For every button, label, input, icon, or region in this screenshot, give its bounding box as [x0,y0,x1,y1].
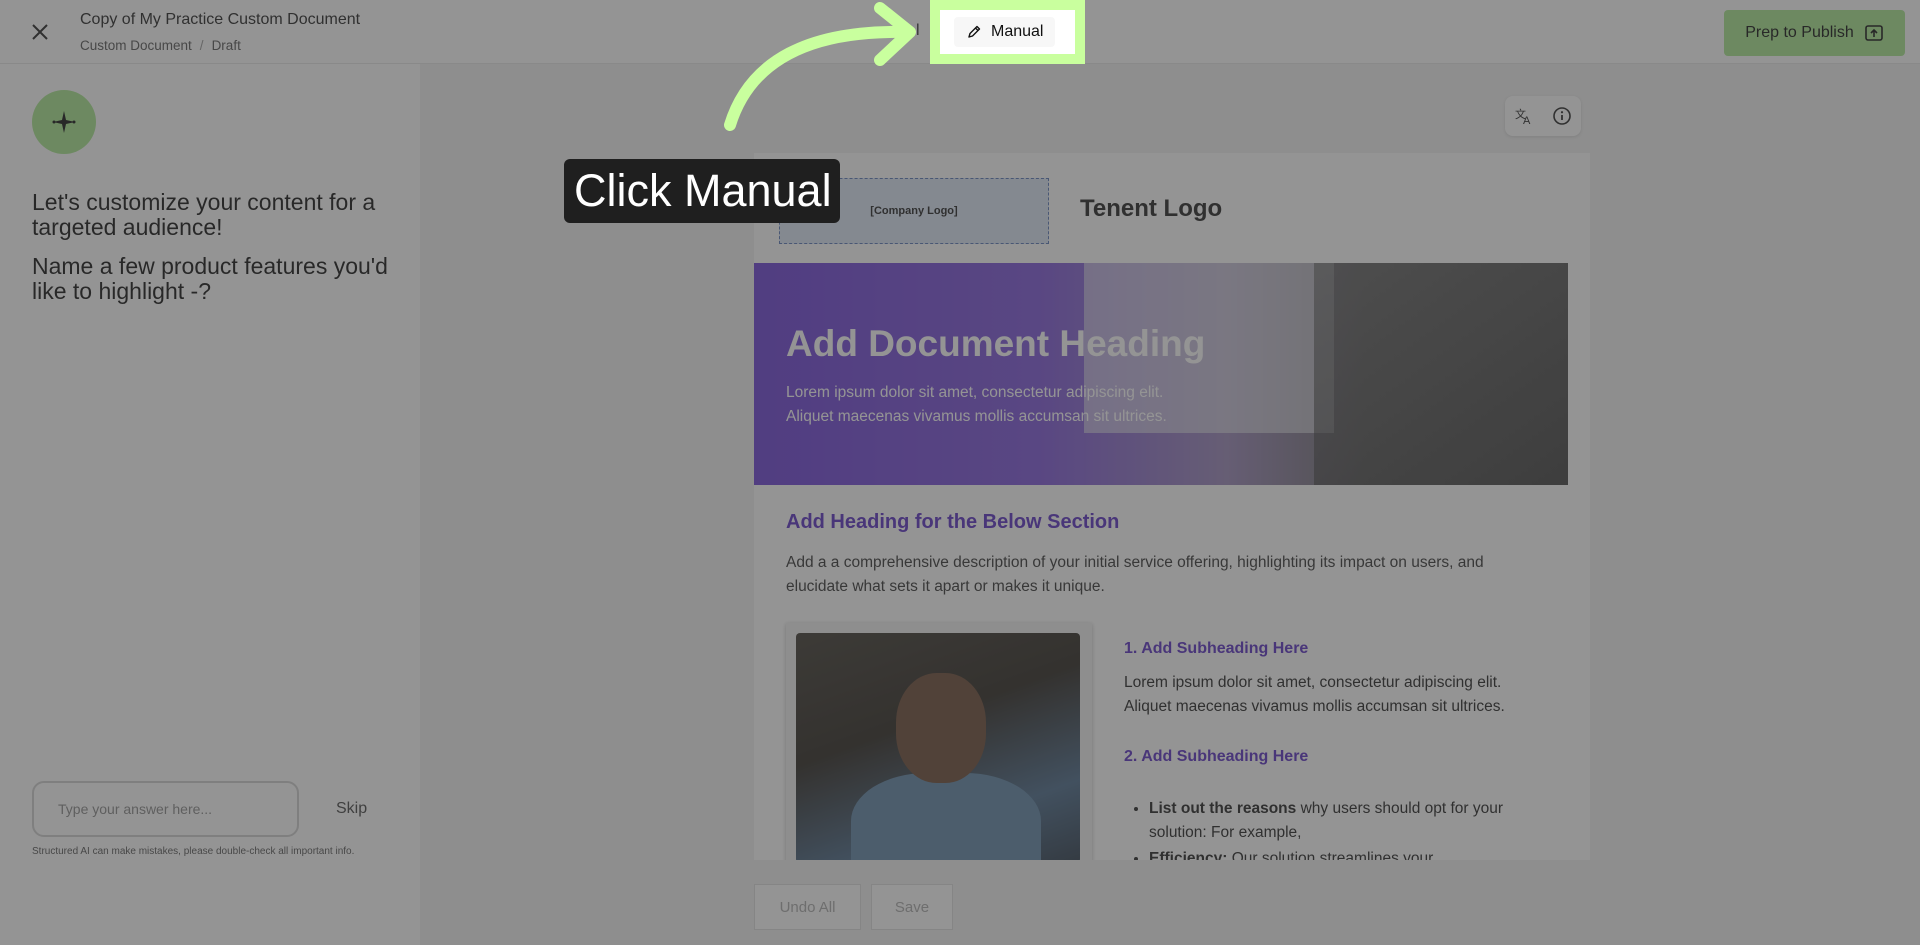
document-page: [Company Logo] Tenent Logo Add Document … [754,153,1590,860]
sparkle-icon [52,111,76,133]
subheading-1[interactable]: 1. Add Subheading Here [1124,640,1308,658]
section-image-frame[interactable] [786,623,1092,860]
breadcrumb-item-type[interactable]: Custom Document [80,38,192,53]
assistant-message-1: Let's customize your content for a targe… [32,189,376,240]
prep-to-publish-label: Prep to Publish [1745,24,1854,41]
hero-text[interactable]: Lorem ipsum dolor sit amet, consectetur … [786,381,1206,429]
save-button[interactable]: Save [871,884,953,930]
hero-banner[interactable]: Add Document Heading Lorem ipsum dolor s… [754,263,1568,485]
ai-avatar [32,90,96,154]
section-photo [796,633,1080,860]
breadcrumb: Custom Document / Draft [80,38,241,53]
reasons-list: List out the reasons why users should op… [1149,797,1549,860]
prep-to-publish-button[interactable]: Prep to Publish [1724,10,1905,56]
mode-ai-tab[interactable]: l [906,22,930,40]
subheading-1-text[interactable]: Lorem ipsum dolor sit amet, consectetur … [1124,671,1544,719]
list-item[interactable]: Efficiency: Our solution streamlines you… [1149,847,1549,860]
undo-all-button[interactable]: Undo All [754,884,861,930]
skip-button[interactable]: Skip [336,800,367,818]
manual-mode-highlight[interactable]: Manual [930,0,1085,64]
pencil-icon [968,25,981,38]
breadcrumb-item-status: Draft [211,38,241,53]
list-item-bold: List out the reasons [1149,800,1297,817]
photo-figure-shirt [851,773,1041,860]
close-icon [32,24,48,40]
list-item-bold: Efficiency: [1149,850,1228,860]
info-icon[interactable] [1552,106,1572,126]
tutorial-tooltip: Click Manual [564,159,840,223]
manual-mode-label: Manual [991,23,1044,40]
section-description[interactable]: Add a a comprehensive description of you… [786,551,1546,599]
ai-disclaimer: Structured AI can make mistakes, please … [32,846,355,857]
tenant-logo[interactable]: Tenent Logo [1080,195,1222,223]
hero-title[interactable]: Add Document Heading [786,323,1205,365]
section-heading[interactable]: Add Heading for the Below Section [786,511,1119,534]
manual-mode-button[interactable]: Manual [954,17,1056,47]
list-item-text: Our solution streamlines your [1227,850,1434,860]
document-title: Copy of My Practice Custom Document [80,11,361,28]
close-button[interactable] [28,20,52,44]
breadcrumb-separator: / [199,38,204,53]
svg-text:A: A [1523,115,1531,126]
answer-input[interactable] [32,781,299,837]
assistant-message-2: Name a few product features you'd like t… [32,253,388,304]
document-tools: 文A [1505,96,1581,136]
photo-figure-head [896,673,986,783]
publish-icon [1864,25,1883,41]
list-item[interactable]: List out the reasons why users should op… [1149,797,1549,845]
translate-icon[interactable]: 文A [1514,106,1534,126]
subheading-2[interactable]: 2. Add Subheading Here [1124,748,1308,766]
hero-people-image [1314,263,1568,485]
